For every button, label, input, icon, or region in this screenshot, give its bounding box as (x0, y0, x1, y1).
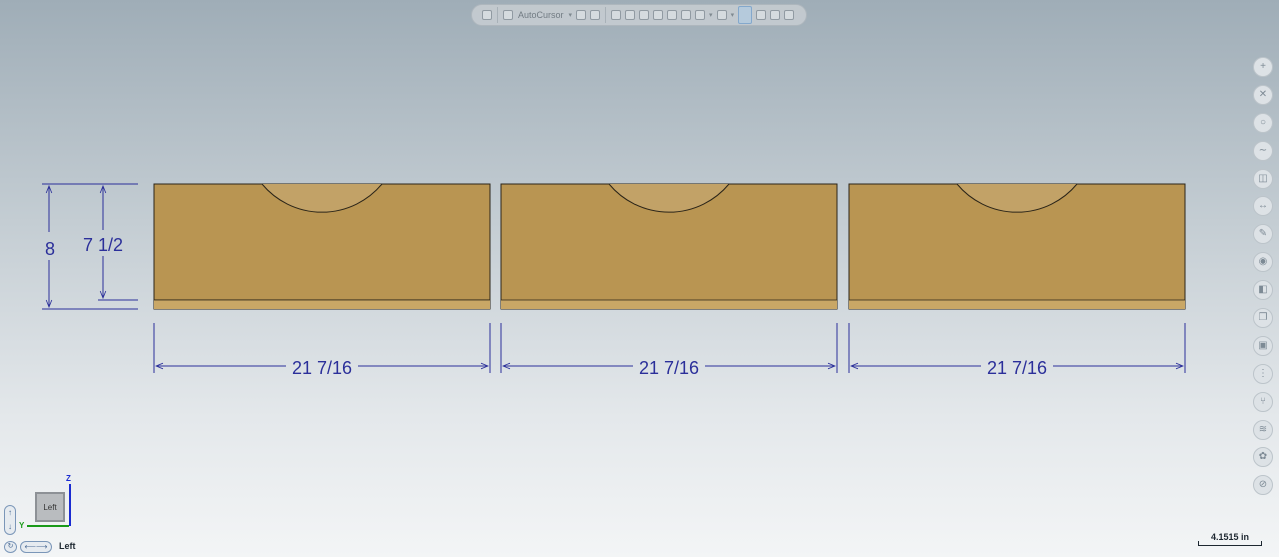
dimension-width-2-label: 21 7/16 (639, 358, 699, 378)
current-view-name: Left (59, 541, 76, 551)
drawer-front-2[interactable] (500, 183, 838, 310)
view-cube-face[interactable]: Left (35, 492, 65, 522)
horizontal-nav-arrows-icon[interactable]: ⟵⟶ (20, 541, 52, 553)
dimension-inner-height-label: 7 1/2 (83, 235, 123, 255)
y-axis-label: Y (19, 521, 25, 530)
dimension-width-3-label: 21 7/16 (987, 358, 1047, 378)
drawer-front-3[interactable] (848, 183, 1186, 310)
drawer-front-1[interactable] (153, 183, 491, 310)
dimension-overall-height-label: 8 (45, 239, 55, 259)
z-axis-line (69, 484, 71, 526)
drawing-canvas[interactable]: 8 7 1/2 21 7/16 21 7/16 21 7/16 (0, 0, 1279, 557)
view-cube[interactable]: Left (33, 490, 69, 526)
z-axis-label: Z (66, 474, 71, 483)
rotate-view-icon[interactable]: ↻ (4, 541, 17, 553)
dimension-width-1-label: 21 7/16 (292, 358, 352, 378)
vertical-nav-arrows-icon[interactable]: ↑ ↓ (4, 505, 16, 535)
scale-bar (1198, 541, 1262, 546)
